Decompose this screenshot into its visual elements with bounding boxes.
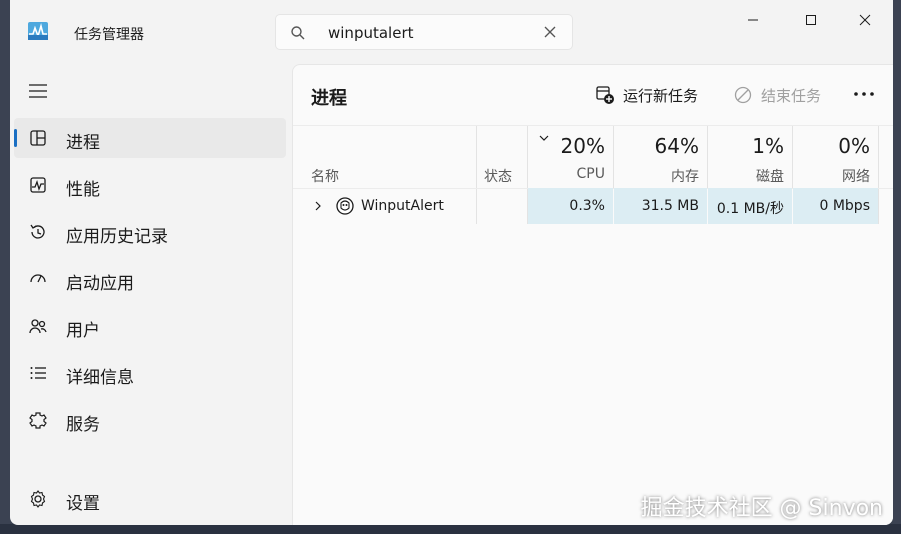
column-separator <box>792 126 793 188</box>
search-icon <box>291 26 305 40</box>
details-icon <box>30 367 46 379</box>
performance-icon <box>30 177 46 193</box>
disk-cell: 0.1 MB/秒 <box>708 188 792 224</box>
network-total: 0% <box>838 134 870 158</box>
sidebar-item-details[interactable]: 详细信息 <box>14 353 286 393</box>
column-header-name[interactable]: 名称 <box>293 126 476 188</box>
sidebar-item-startup-apps[interactable]: 启动应用 <box>14 259 286 299</box>
sidebar-item-label: 应用历史记录 <box>66 227 168 247</box>
title-bar: 任务管理器 <box>10 0 893 64</box>
selection-indicator <box>14 129 17 147</box>
sort-descending-icon <box>539 135 549 141</box>
users-icon <box>29 319 47 334</box>
sidebar-item-performance[interactable]: 性能 <box>14 165 286 205</box>
sidebar-item-processes[interactable]: 进程 <box>14 118 286 158</box>
cpu-value: 0.3% <box>569 198 605 214</box>
memory-value: 31.5 MB <box>641 198 699 214</box>
task-manager-window: 任务管理器 winputalert 进程 性能 应用历史记录 启动应用 用户 详… <box>10 0 893 525</box>
sidebar-item-label: 设置 <box>66 494 100 514</box>
startup-apps-icon <box>30 274 46 283</box>
column-label: CPU <box>576 166 605 182</box>
column-label: 磁盘 <box>756 169 784 185</box>
taskbar-edge <box>0 524 901 534</box>
memory-cell: 31.5 MB <box>614 188 707 224</box>
sidebar-item-services[interactable]: 服务 <box>14 400 286 440</box>
app-history-icon <box>30 224 45 239</box>
watermark: 掘金技术社区 @ Sinvon <box>640 496 883 521</box>
disk-value: 0.1 MB/秒 <box>716 201 784 217</box>
gear-icon <box>30 490 46 508</box>
close-icon <box>859 14 871 26</box>
sidebar-item-settings[interactable]: 设置 <box>14 479 286 519</box>
end-task-button[interactable]: 结束任务 <box>733 83 821 107</box>
more-options-icon[interactable] <box>853 87 875 101</box>
sidebar-item-label: 启动应用 <box>66 274 134 294</box>
column-separator <box>707 126 708 188</box>
app-title: 任务管理器 <box>74 27 144 43</box>
run-new-task-icon <box>596 86 614 104</box>
sidebar-item-label: 服务 <box>66 415 100 435</box>
end-task-label: 结束任务 <box>761 86 822 105</box>
winputalert-app-icon <box>336 197 354 215</box>
process-name: WinputAlert <box>361 198 444 214</box>
hamburger-menu-icon[interactable] <box>28 82 48 100</box>
sidebar-item-label: 进程 <box>66 133 100 153</box>
column-header-status[interactable]: 状态 <box>476 126 527 188</box>
maximize-icon <box>806 15 816 25</box>
sidebar-item-app-history[interactable]: 应用历史记录 <box>14 212 286 252</box>
cpu-cell: 0.3% <box>528 188 613 224</box>
column-header-memory[interactable]: 64% 内存 <box>613 126 707 188</box>
desktop-background <box>893 0 901 534</box>
minimize-icon <box>748 19 758 21</box>
disk-total: 1% <box>752 134 784 158</box>
end-task-icon <box>734 86 752 104</box>
run-new-task-label: 运行新任务 <box>623 86 699 105</box>
minimize-button[interactable] <box>730 6 776 34</box>
column-header-network[interactable]: 0% 网络 <box>792 126 878 188</box>
page-title: 进程 <box>311 88 347 109</box>
network-cell: 0 Mbps <box>793 188 878 224</box>
column-label: 状态 <box>484 169 512 185</box>
run-new-task-button[interactable]: 运行新任务 <box>595 83 698 107</box>
search-box[interactable] <box>275 14 573 50</box>
column-label: 名称 <box>311 169 339 185</box>
table-row[interactable]: WinputAlert 0.3% 31.5 MB 0.1 MB/秒 0 Mbps <box>293 188 893 224</box>
chevron-right-icon[interactable] <box>313 200 323 212</box>
maximize-button[interactable] <box>788 6 834 34</box>
column-label: 网络 <box>842 169 870 185</box>
status-cell <box>476 188 527 224</box>
network-value: 0 Mbps <box>819 198 870 214</box>
sidebar: 进程 性能 应用历史记录 启动应用 用户 详细信息 服务 设置 <box>10 64 292 525</box>
sidebar-item-label: 详细信息 <box>66 368 134 388</box>
column-separator <box>613 126 614 188</box>
column-header-disk[interactable]: 1% 磁盘 <box>707 126 792 188</box>
task-manager-app-icon <box>28 22 48 40</box>
column-label: 内存 <box>671 169 699 185</box>
sidebar-item-label: 用户 <box>66 321 100 341</box>
sidebar-item-users[interactable]: 用户 <box>14 306 286 346</box>
processes-icon <box>30 130 46 146</box>
services-icon <box>29 412 47 429</box>
memory-total: 64% <box>654 134 699 158</box>
sidebar-item-label: 性能 <box>66 180 100 200</box>
clear-search-icon[interactable] <box>542 24 558 40</box>
processes-panel: 进程 运行新任务 结束任务 名称 状态 20% CPU 64% 内存 1% 磁盘… <box>292 64 893 525</box>
close-button[interactable] <box>842 6 888 34</box>
column-header-cpu[interactable]: 20% CPU <box>527 126 613 188</box>
search-input[interactable] <box>326 21 530 45</box>
cpu-total: 20% <box>560 134 605 158</box>
